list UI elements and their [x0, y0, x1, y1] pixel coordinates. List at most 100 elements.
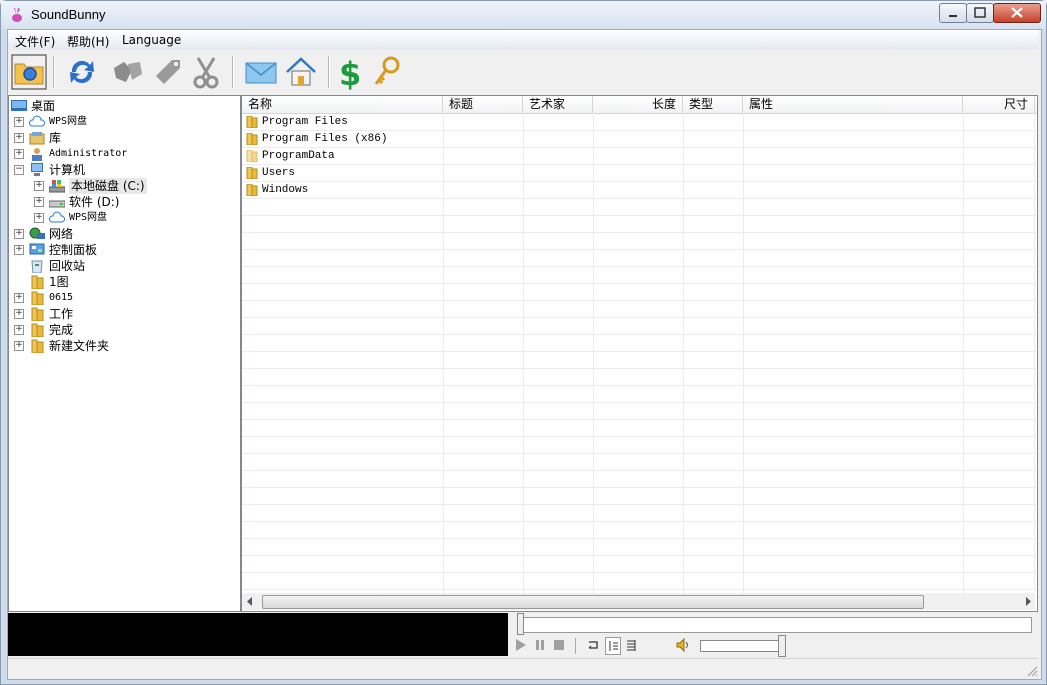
- empty-row: [242, 216, 1037, 233]
- folder-icon: [31, 339, 44, 353]
- tag-icon[interactable]: [110, 54, 146, 90]
- empty-row: [242, 352, 1037, 369]
- list-row[interactable]: Users: [242, 165, 1037, 182]
- tree-item-label: WPS网盘: [49, 116, 88, 127]
- empty-row: [242, 318, 1037, 335]
- file-name: Program Files (x86): [262, 133, 388, 145]
- system-drive-icon: [49, 180, 65, 193]
- expand-toggle[interactable]: +: [14, 341, 24, 351]
- tag-edit-icon[interactable]: [150, 54, 186, 90]
- expand-toggle[interactable]: +: [14, 133, 24, 143]
- menu-language[interactable]: Language: [116, 33, 187, 47]
- close-icon: [1011, 7, 1023, 18]
- refresh-icon[interactable]: [64, 54, 100, 90]
- empty-row: [242, 301, 1037, 318]
- recycle-bin-icon: [31, 260, 43, 273]
- expand-toggle[interactable]: +: [34, 213, 44, 223]
- scroll-left-icon[interactable]: [246, 597, 254, 606]
- column-header-artist[interactable]: 艺术家: [523, 96, 593, 113]
- toolbar-separator: [232, 56, 234, 88]
- empty-row: [242, 199, 1037, 216]
- empty-row: [242, 437, 1037, 454]
- list-row[interactable]: Windows: [242, 182, 1037, 199]
- list-row[interactable]: ProgramData: [242, 148, 1037, 165]
- tree-item-label: Administrator: [49, 148, 128, 159]
- folder-tree[interactable]: 桌面 + WPS网盘 + 库 + Administrator − 计算机 + 本…: [8, 95, 241, 612]
- horizontal-scrollbar[interactable]: [242, 593, 1035, 610]
- empty-row: [242, 403, 1037, 420]
- volume-thumb[interactable]: [778, 635, 786, 657]
- column-header-type[interactable]: 类型: [683, 96, 743, 113]
- minimize-button[interactable]: [939, 3, 967, 23]
- collapse-toggle[interactable]: −: [14, 165, 24, 175]
- empty-row: [242, 267, 1037, 284]
- expand-toggle[interactable]: +: [14, 325, 24, 335]
- mail-icon[interactable]: [243, 54, 279, 90]
- list-header: 名称 标题 艺术家 长度 类型 属性 尺寸: [242, 96, 1037, 114]
- expand-toggle[interactable]: +: [14, 229, 24, 239]
- empty-row: [242, 505, 1037, 522]
- visualizer-display: [8, 613, 508, 656]
- home-icon[interactable]: [283, 54, 319, 90]
- resize-grip-icon[interactable]: [1027, 666, 1038, 677]
- maximize-button[interactable]: [966, 3, 994, 23]
- expand-toggle[interactable]: +: [34, 197, 44, 207]
- repeat-icon[interactable]: [586, 637, 600, 653]
- tree-item-label: 控制面板: [49, 243, 98, 257]
- volume-slider[interactable]: [700, 640, 785, 652]
- empty-row: [242, 284, 1037, 301]
- folder-icon: [246, 184, 258, 196]
- tree-item-label: 桌面: [31, 99, 56, 113]
- close-button[interactable]: [993, 3, 1041, 23]
- list-row[interactable]: Program Files: [242, 114, 1037, 131]
- dollar-icon[interactable]: $: [330, 54, 366, 90]
- empty-row: [242, 573, 1037, 590]
- tree-item-label: 回收站: [49, 259, 86, 273]
- tree-item-label: 本地磁盘 (C:): [69, 178, 147, 194]
- stop-icon[interactable]: [552, 637, 566, 653]
- menu-help[interactable]: 帮助(H): [61, 33, 115, 50]
- tree-item-label: 软件 (D:): [69, 195, 120, 209]
- expand-toggle[interactable]: +: [34, 181, 44, 191]
- column-header-attributes[interactable]: 属性: [743, 96, 963, 113]
- tree-item-label: 新建文件夹: [49, 339, 110, 353]
- expand-toggle[interactable]: +: [14, 117, 24, 127]
- key-icon[interactable]: [369, 54, 405, 90]
- empty-row: [242, 454, 1037, 471]
- playlist-icon[interactable]: [624, 637, 638, 653]
- empty-row: [242, 420, 1037, 437]
- folder-icon: [31, 291, 44, 305]
- empty-row: [242, 386, 1037, 403]
- tree-item-label: 完成: [49, 323, 74, 337]
- playlist-order-icon[interactable]: [605, 637, 621, 655]
- library-icon: [29, 132, 45, 145]
- expand-toggle[interactable]: +: [14, 293, 24, 303]
- tree-item-label: 网络: [49, 227, 74, 241]
- maximize-icon: [974, 7, 986, 18]
- seek-thumb[interactable]: [517, 613, 524, 635]
- scroll-right-icon[interactable]: [1024, 597, 1032, 606]
- title-bar[interactable]: SoundBunny: [1, 1, 1046, 29]
- desktop-icon: [11, 100, 27, 111]
- expand-toggle[interactable]: +: [14, 309, 24, 319]
- scrollbar-thumb[interactable]: [262, 595, 924, 609]
- volume-icon[interactable]: [676, 637, 690, 653]
- pause-icon[interactable]: [533, 637, 547, 653]
- empty-row: [242, 471, 1037, 488]
- expand-toggle[interactable]: +: [14, 149, 24, 159]
- play-icon[interactable]: [514, 637, 528, 653]
- expand-toggle[interactable]: +: [14, 245, 24, 255]
- list-row[interactable]: Program Files (x86): [242, 131, 1037, 148]
- open-folder-icon[interactable]: [11, 54, 47, 90]
- seek-bar[interactable]: [517, 617, 1032, 633]
- menu-file[interactable]: 文件(F): [9, 33, 61, 50]
- cut-icon[interactable]: [188, 54, 224, 90]
- drive-icon: [49, 200, 65, 208]
- column-header-name[interactable]: 名称: [242, 96, 443, 113]
- file-list[interactable]: 名称 标题 艺术家 长度 类型 属性 尺寸 Program Files Prog…: [241, 95, 1038, 612]
- column-header-size[interactable]: 尺寸: [963, 96, 1035, 113]
- cloud-icon: [49, 211, 65, 223]
- column-header-title[interactable]: 标题: [443, 96, 523, 113]
- user-folder-icon: [32, 148, 42, 161]
- column-header-length[interactable]: 长度: [593, 96, 683, 113]
